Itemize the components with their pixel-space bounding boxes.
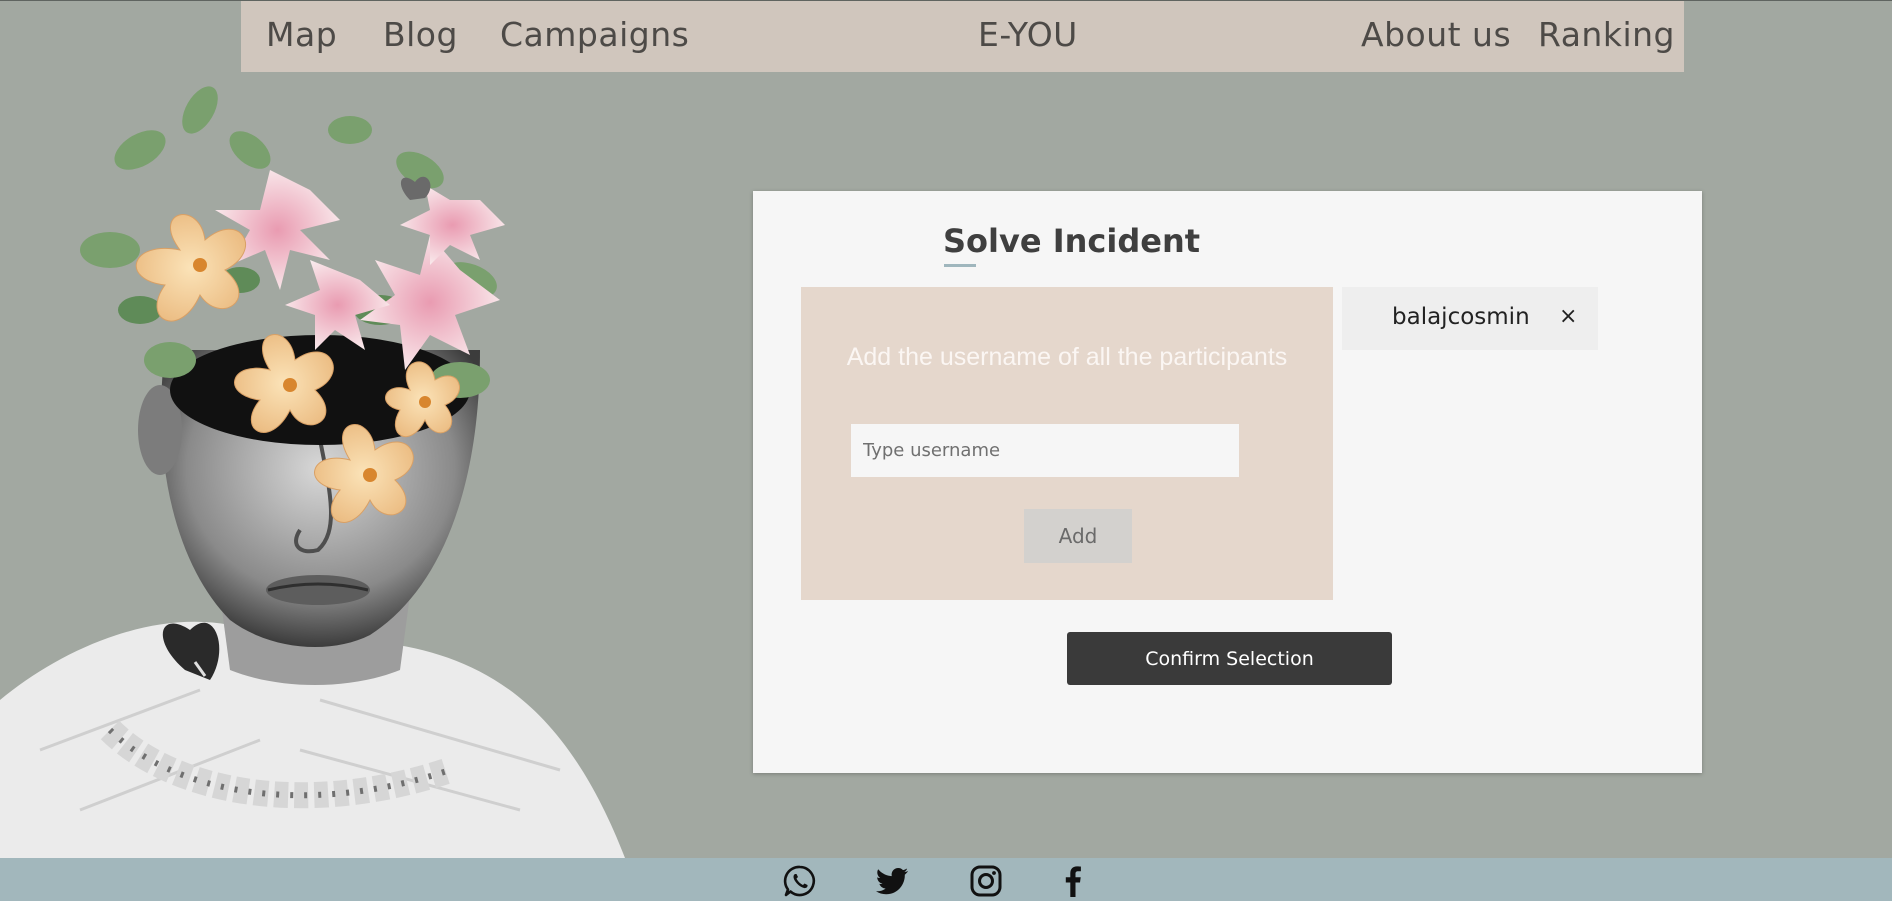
title-underline bbox=[944, 264, 976, 267]
brand-logo-text: E-YOU bbox=[978, 15, 1078, 54]
card-title: Solve Incident bbox=[943, 222, 1201, 260]
whatsapp-icon[interactable] bbox=[783, 864, 817, 898]
nav-link-ranking[interactable]: Ranking bbox=[1538, 15, 1675, 54]
footer-bar bbox=[0, 858, 1892, 901]
facebook-icon[interactable] bbox=[1056, 864, 1090, 898]
confirm-selection-button[interactable]: Confirm Selection bbox=[1067, 632, 1392, 685]
twitter-icon[interactable] bbox=[876, 864, 910, 898]
nav-link-campaigns[interactable]: Campaigns bbox=[500, 15, 689, 54]
solve-incident-card: Solve Incident Add the username of all t… bbox=[753, 191, 1702, 773]
remove-participant-icon[interactable]: × bbox=[1559, 305, 1577, 329]
username-input[interactable] bbox=[851, 424, 1239, 477]
flower-head-illustration bbox=[0, 86, 625, 858]
nav-link-blog[interactable]: Blog bbox=[383, 15, 458, 54]
instagram-icon[interactable] bbox=[969, 864, 1003, 898]
add-participant-button[interactable]: Add bbox=[1024, 509, 1132, 563]
nav-link-about-us[interactable]: About us bbox=[1361, 15, 1511, 54]
participant-chip: balajcosmin × bbox=[1342, 287, 1598, 350]
participant-username: balajcosmin bbox=[1392, 304, 1530, 330]
participants-hint: Add the username of all the participants bbox=[846, 343, 1288, 371]
nav-link-map[interactable]: Map bbox=[266, 15, 337, 54]
add-participant-panel: Add the username of all the participants… bbox=[801, 287, 1333, 600]
